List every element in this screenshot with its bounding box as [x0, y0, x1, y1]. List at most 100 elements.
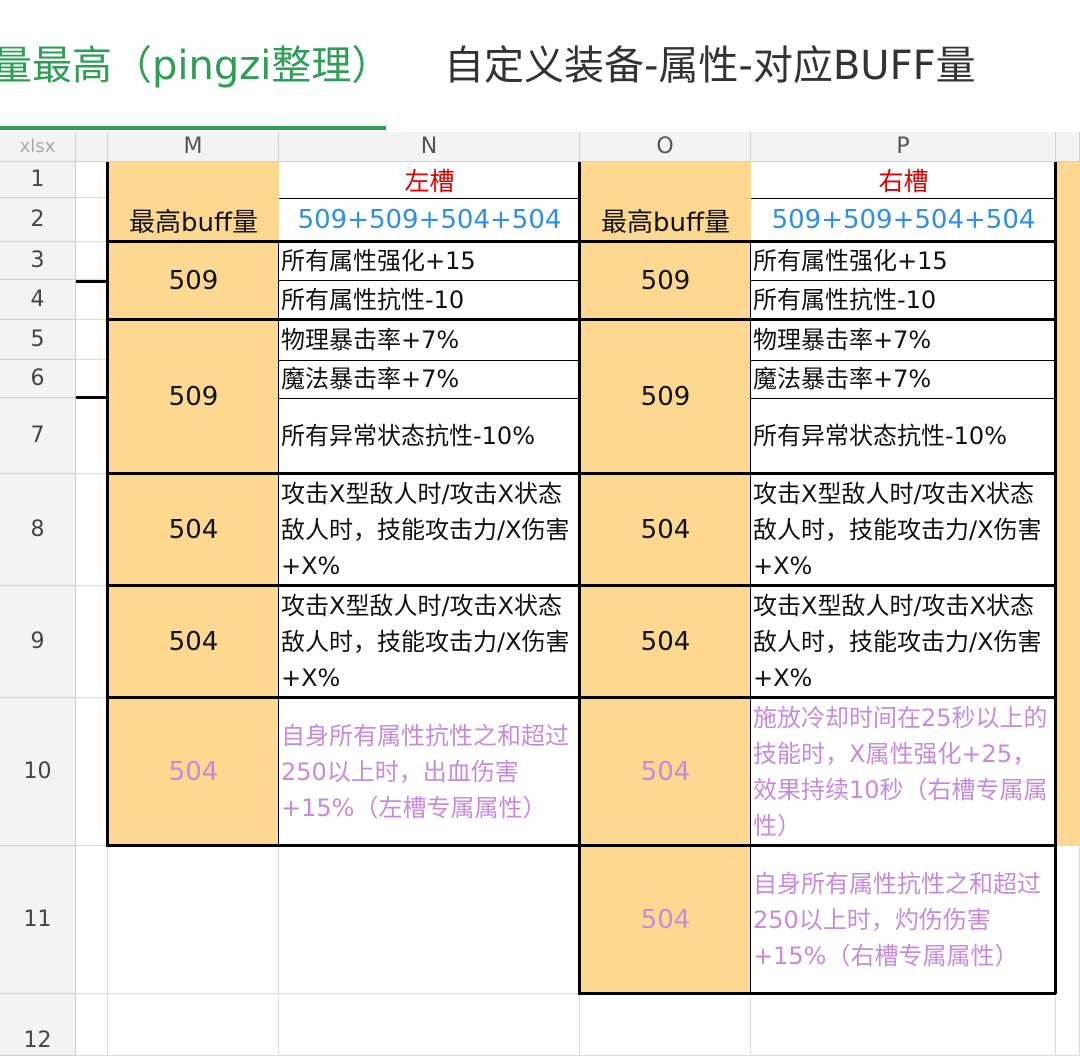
column-header-p[interactable]: P [751, 132, 1056, 162]
cell-p5[interactable]: 物理暴击率+7% [751, 320, 1056, 360]
rule-n3 [279, 280, 580, 281]
cell-n12[interactable] [279, 994, 580, 1056]
border-row9 [106, 696, 1056, 699]
border-l-row3 [76, 280, 108, 283]
select-all-corner[interactable]: xlsx [0, 132, 76, 162]
cell-m3[interactable]: 509 [108, 242, 279, 320]
spreadsheet-grid: xlsx M N O P 1 2 3 4 5 6 7 8 9 10 11 12 … [0, 132, 1080, 1056]
cell-n11[interactable] [279, 846, 580, 994]
cell-p11[interactable]: 自身所有属性抗性之和超过250以上时，灼伤伤害+15%（右槽专属属性） [751, 846, 1056, 994]
row-header-3[interactable]: 3 [0, 242, 76, 280]
cell-m5[interactable]: 509 [108, 320, 279, 474]
cell-n7[interactable]: 所有异常状态抗性-10% [279, 398, 580, 474]
cell-n8[interactable]: 攻击X型敌人时/攻击X状态敌人时，技能攻击力/X伤害+X% [279, 474, 580, 586]
cell-m2[interactable]: 最高buff量 [108, 198, 279, 242]
cell-l12[interactable] [76, 994, 108, 1056]
column-header-l[interactable] [76, 132, 108, 162]
rule-p6 [751, 398, 1056, 399]
cell-l4[interactable] [76, 280, 108, 320]
active-tab-indicator [0, 126, 386, 130]
cell-p9[interactable]: 攻击X型敌人时/攻击X状态敌人时，技能攻击力/X伤害+X% [751, 586, 1056, 698]
cell-l7[interactable] [76, 398, 108, 474]
row-header-4[interactable]: 4 [0, 280, 76, 320]
cell-n4[interactable]: 所有属性抗性-10 [279, 280, 580, 320]
cell-l2[interactable] [76, 198, 108, 242]
tab-active-sheet[interactable]: 量最高（pingzi整理） [0, 38, 391, 94]
cell-n10[interactable]: 自身所有属性抗性之和超过250以上时，出血伤害+15%（左槽专属属性） [279, 698, 580, 846]
cell-o9[interactable]: 504 [580, 586, 751, 698]
cell-l10[interactable] [76, 698, 108, 846]
border-row8 [106, 584, 1056, 587]
cell-p7[interactable]: 所有异常状态抗性-10% [751, 398, 1056, 474]
cell-p1-right-slot[interactable]: 右槽 [751, 162, 1056, 198]
cell-m9[interactable]: 504 [108, 586, 279, 698]
cell-p12[interactable] [751, 994, 1056, 1056]
border-l-row6 [76, 396, 108, 399]
row-header-5[interactable]: 5 [0, 320, 76, 360]
cell-l5[interactable] [76, 320, 108, 360]
cell-q-empty[interactable] [1056, 846, 1080, 1056]
rule-p3 [751, 280, 1056, 281]
border-right-group [1054, 162, 1057, 994]
row-header-11[interactable]: 11 [0, 846, 76, 994]
border-middle-group [578, 162, 581, 994]
cell-l9[interactable] [76, 586, 108, 698]
cell-o8[interactable]: 504 [580, 474, 751, 586]
border-row4 [106, 318, 1056, 321]
cell-l1[interactable] [76, 162, 108, 198]
cell-p4[interactable]: 所有属性抗性-10 [751, 280, 1056, 320]
cell-o10[interactable]: 504 [580, 698, 751, 846]
cell-l8[interactable] [76, 474, 108, 586]
cell-n5[interactable]: 物理暴击率+7% [279, 320, 580, 360]
rule-op [750, 242, 751, 994]
column-header-m[interactable]: M [108, 132, 279, 162]
cell-n1-left-slot[interactable]: 左槽 [279, 162, 580, 198]
tab-custom-equipment-sheet[interactable]: 自定义装备-属性-对应BUFF量 [444, 38, 976, 94]
cell-p6[interactable]: 魔法暴击率+7% [751, 360, 1056, 398]
cell-o11[interactable]: 504 [580, 846, 751, 994]
cell-p3[interactable]: 所有属性强化+15 [751, 242, 1056, 280]
cell-o1[interactable] [580, 162, 751, 198]
column-header-o[interactable]: O [580, 132, 751, 162]
cell-o2[interactable]: 最高buff量 [580, 198, 751, 242]
cell-n9[interactable]: 攻击X型敌人时/攻击X状态敌人时，技能攻击力/X伤害+X% [279, 586, 580, 698]
border-row10-right [578, 844, 1056, 847]
cell-m12[interactable] [108, 994, 279, 1056]
cell-n3[interactable]: 所有属性强化+15 [279, 242, 580, 280]
cell-o3[interactable]: 509 [580, 242, 751, 320]
row-header-8[interactable]: 8 [0, 474, 76, 586]
row-header-12[interactable]: 12 [0, 994, 76, 1056]
cell-n2[interactable]: 509+509+504+504 [279, 198, 580, 242]
rule-n1 [279, 198, 580, 199]
cell-l3[interactable] [76, 242, 108, 280]
rule-mn [278, 242, 279, 846]
row-header-9[interactable]: 9 [0, 586, 76, 698]
rule-p5 [751, 360, 1056, 361]
cell-l6[interactable] [76, 360, 108, 398]
rule-p1 [751, 198, 1056, 199]
cell-o12[interactable] [580, 994, 751, 1056]
column-header-q[interactable] [1056, 132, 1080, 162]
row-header-10[interactable]: 10 [0, 698, 76, 846]
rule-n5 [279, 360, 580, 361]
cell-m11[interactable] [108, 846, 279, 994]
row-header-2[interactable]: 2 [0, 198, 76, 242]
cell-m10[interactable]: 504 [108, 698, 279, 846]
border-row2 [106, 240, 1056, 243]
cell-m8[interactable]: 504 [108, 474, 279, 586]
cell-l11[interactable] [76, 846, 108, 994]
cell-p10[interactable]: 施放冷却时间在25秒以上的技能时，X属性强化+25，效果持续10秒（右槽专属属性… [751, 698, 1056, 846]
row-header-1[interactable]: 1 [0, 162, 76, 198]
cell-p2[interactable]: 509+509+504+504 [751, 198, 1056, 242]
border-row10-left [106, 844, 580, 847]
row-header-6[interactable]: 6 [0, 360, 76, 398]
cell-n6[interactable]: 魔法暴击率+7% [279, 360, 580, 398]
cell-p8[interactable]: 攻击X型敌人时/攻击X状态敌人时，技能攻击力/X伤害+X% [751, 474, 1056, 586]
border-row7 [106, 472, 1056, 475]
column-header-n[interactable]: N [279, 132, 580, 162]
cell-m1[interactable] [108, 162, 279, 198]
cell-o5[interactable]: 509 [580, 320, 751, 474]
row-header-7[interactable]: 7 [0, 398, 76, 474]
cell-q-partial[interactable] [1056, 162, 1080, 846]
sheet-tab-bar: 量最高（pingzi整理） 自定义装备-属性-对应BUFF量 [0, 0, 1080, 130]
